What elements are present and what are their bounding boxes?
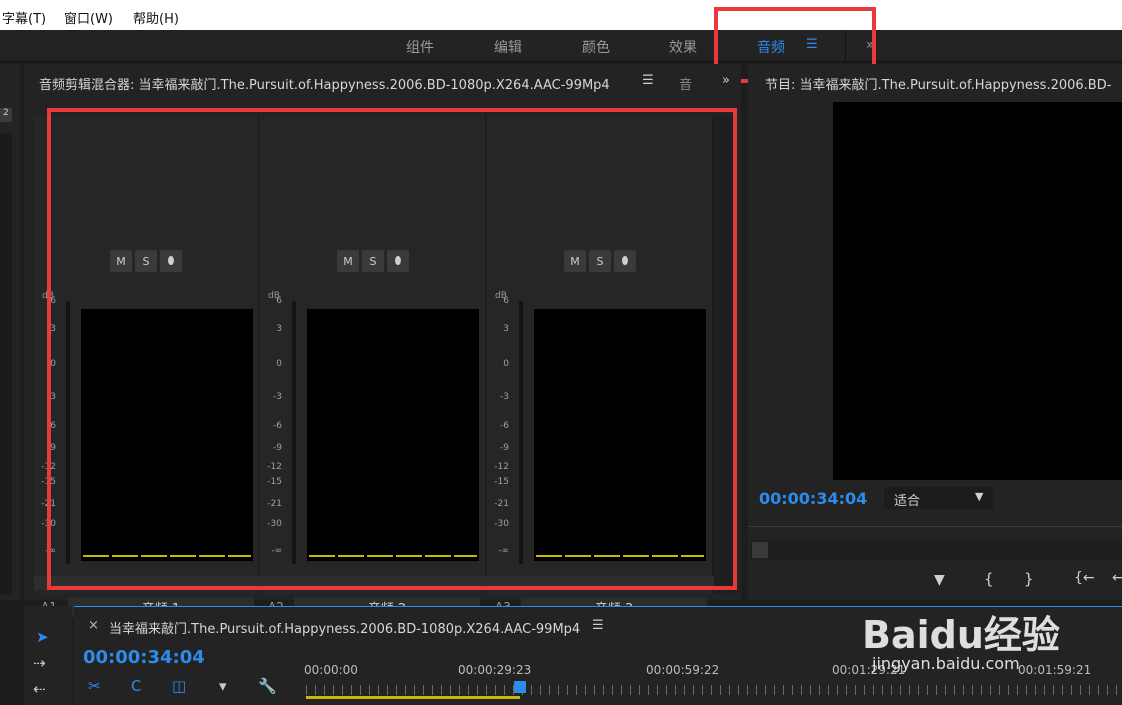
mixer-tab-bar: 音频剪辑混合器: 当幸福来敲门.The.Pursuit.of.Happyness… <box>24 64 741 100</box>
add-marker-icon[interactable]: ▼ <box>934 572 945 588</box>
ruler-ticks <box>306 685 1122 695</box>
step-back-icon[interactable]: ← <box>1112 570 1122 586</box>
panel-badge: 2 <box>0 108 12 122</box>
chevron-double-right-icon[interactable]: » <box>722 73 730 88</box>
zoom-value: 适合 <box>894 494 921 509</box>
go-to-in-icon[interactable]: {← <box>1074 570 1095 586</box>
watermark-brand: Baidu经验 <box>862 613 1060 657</box>
workspace-tab-color[interactable]: 颜色 <box>582 37 610 57</box>
ruler-label: 00:00:29:23 <box>458 663 532 677</box>
close-icon[interactable]: × <box>88 618 99 633</box>
work-area-bar[interactable] <box>306 696 520 699</box>
snap-icon[interactable]: ✂ <box>88 679 101 694</box>
watermark: Baidu经验 jingyan.baidu.com <box>862 592 1120 680</box>
wrench-icon[interactable]: 🔧 <box>258 679 277 694</box>
chevron-down-icon: ▼ <box>975 490 984 503</box>
mixer-tab-title[interactable]: 音频剪辑混合器: 当幸福来敲门.The.Pursuit.of.Happyness… <box>39 74 610 93</box>
program-monitor-panel: 节目: 当幸福来敲门.The.Pursuit.of.Happyness.2006… <box>748 64 1122 600</box>
playhead[interactable] <box>514 681 526 693</box>
add-marker-icon[interactable]: ▾ <box>219 679 227 694</box>
hamburger-menu-icon[interactable]: ☰ <box>592 618 604 633</box>
menu-help[interactable]: 帮助(H) <box>133 8 179 27</box>
workspace-tab-assembly[interactable]: 组件 <box>406 37 434 57</box>
zoom-select[interactable]: 适合 ▼ <box>884 487 993 509</box>
workspace-tab-editing[interactable]: 编辑 <box>494 37 522 57</box>
left-panel-edge: 2 <box>0 64 20 600</box>
highlight-box-mixer <box>47 108 737 590</box>
ruler-line <box>748 526 1122 527</box>
insert-sequence-icon[interactable]: ◫ <box>172 679 186 694</box>
workspace-bar: 组件 编辑 颜色 效果 音频 ☰ » <box>0 30 1122 62</box>
menubar: 字幕(T) 窗口(W) 帮助(H) <box>0 0 1122 30</box>
program-timecode[interactable]: 00:00:34:04 <box>759 489 867 508</box>
linked-selection-icon[interactable]: C <box>131 679 141 694</box>
mark-in-icon[interactable]: { <box>984 570 994 588</box>
workspace-tab-effects[interactable]: 效果 <box>669 37 697 57</box>
tools-panel: ➤ ⇢ ⇠ <box>24 606 72 705</box>
program-scrubber[interactable] <box>750 540 1122 560</box>
watermark-url: jingyan.baidu.com <box>872 654 1020 673</box>
ripple-edit-tool-icon[interactable]: ⇠ <box>33 682 46 697</box>
program-tab-title[interactable]: 节目: 当幸福来敲门.The.Pursuit.of.Happyness.2006… <box>765 74 1122 93</box>
tab-audio-next[interactable]: 音 <box>679 74 692 93</box>
scrubber-handle[interactable] <box>752 542 768 558</box>
menu-captions[interactable]: 字幕(T) <box>2 8 46 27</box>
video-preview <box>833 102 1122 480</box>
menu-window[interactable]: 窗口(W) <box>64 8 113 27</box>
hamburger-menu-icon[interactable]: ☰ <box>642 73 654 88</box>
ruler-label: 00:00:00 <box>304 663 358 677</box>
left-panel-body <box>0 134 12 594</box>
timeline-tab-title[interactable]: 当幸福来敲门.The.Pursuit.of.Happyness.2006.BD-… <box>109 618 580 637</box>
selection-tool-icon[interactable]: ➤ <box>36 630 49 645</box>
ruler-label: 00:00:59:22 <box>646 663 720 677</box>
mark-out-icon[interactable]: } <box>1024 570 1034 588</box>
timeline-timecode[interactable]: 00:00:34:04 <box>83 647 205 668</box>
track-select-tool-icon[interactable]: ⇢ <box>33 656 46 671</box>
